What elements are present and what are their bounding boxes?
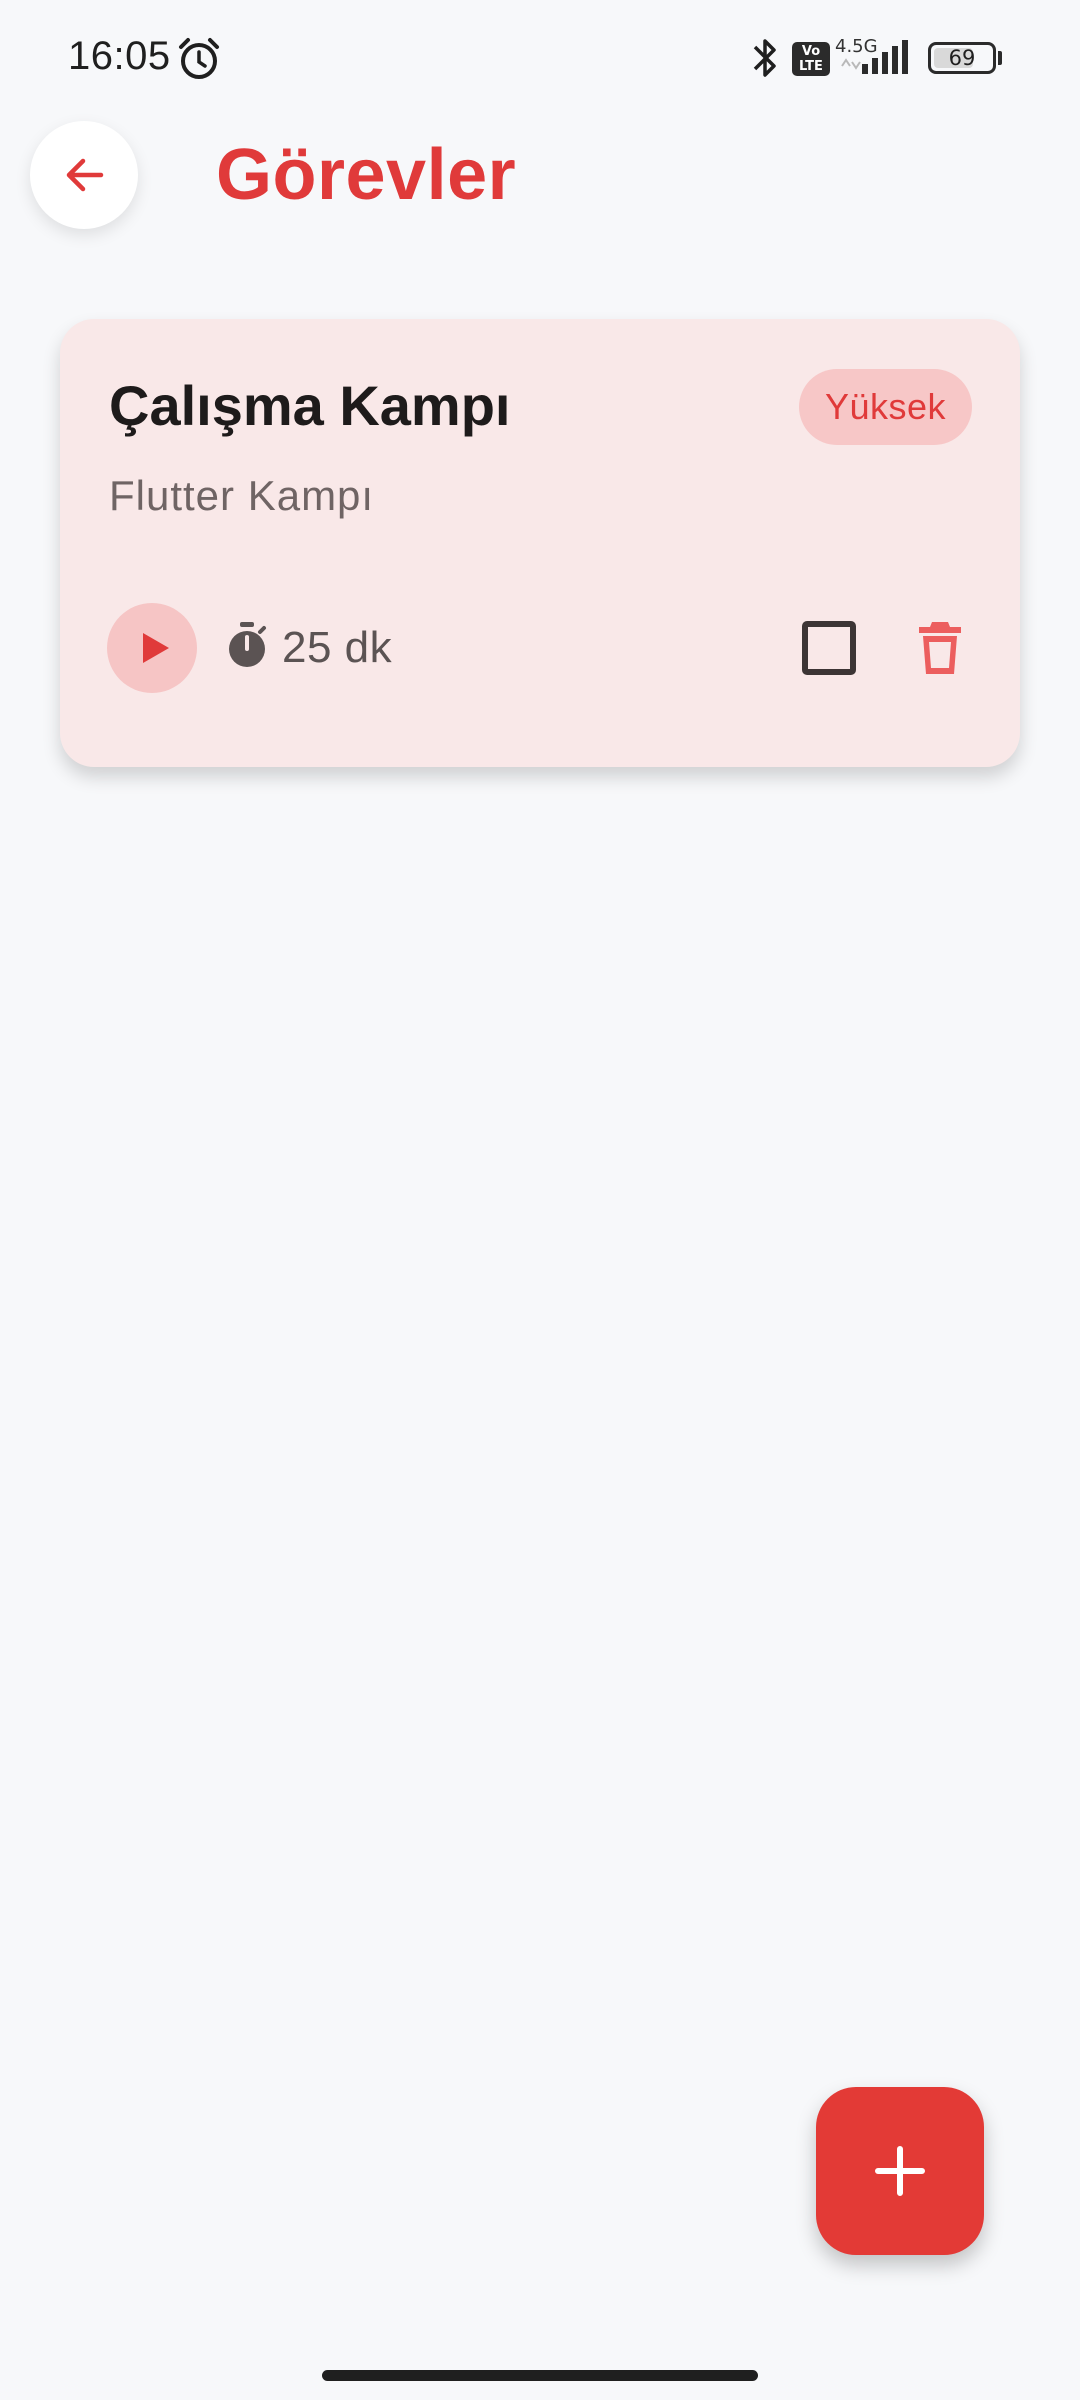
- battery-level: 69: [948, 46, 976, 70]
- delete-button[interactable]: [910, 617, 970, 679]
- start-timer-button[interactable]: [107, 603, 197, 693]
- task-card[interactable]: Çalışma Kampı Yüksek Flutter Kampı 25 dk: [60, 319, 1020, 767]
- add-task-button[interactable]: [816, 2087, 984, 2255]
- task-title: Çalışma Kampı: [109, 374, 511, 437]
- task-description: Flutter Kampı: [109, 472, 375, 519]
- arrow-left-icon: [66, 158, 104, 192]
- status-bar: 16:05 Vo LTE 4.5G 69: [0, 0, 1080, 118]
- plus-icon: [875, 2146, 925, 2196]
- play-icon: [143, 633, 169, 663]
- complete-checkbox[interactable]: [802, 621, 856, 675]
- battery-icon: 69: [928, 42, 996, 74]
- bluetooth-icon: [753, 39, 776, 77]
- volte-label-bottom: LTE: [799, 59, 823, 74]
- signal-strength-icon: [841, 40, 908, 74]
- trash-icon: [919, 622, 961, 674]
- volte-icon: Vo LTE: [792, 42, 830, 76]
- status-time: 16:05: [68, 34, 171, 78]
- priority-badge: Yüksek: [798, 369, 972, 445]
- back-button[interactable]: [30, 121, 138, 229]
- page-title: Görevler: [216, 135, 517, 215]
- volte-label-top: Vo: [801, 44, 821, 59]
- alarm-clock-icon: [179, 38, 219, 79]
- gesture-navigation-bar[interactable]: [322, 2370, 758, 2381]
- battery-tip: [998, 51, 1002, 65]
- timer-icon: [229, 622, 266, 667]
- task-duration: 25 dk: [282, 623, 393, 672]
